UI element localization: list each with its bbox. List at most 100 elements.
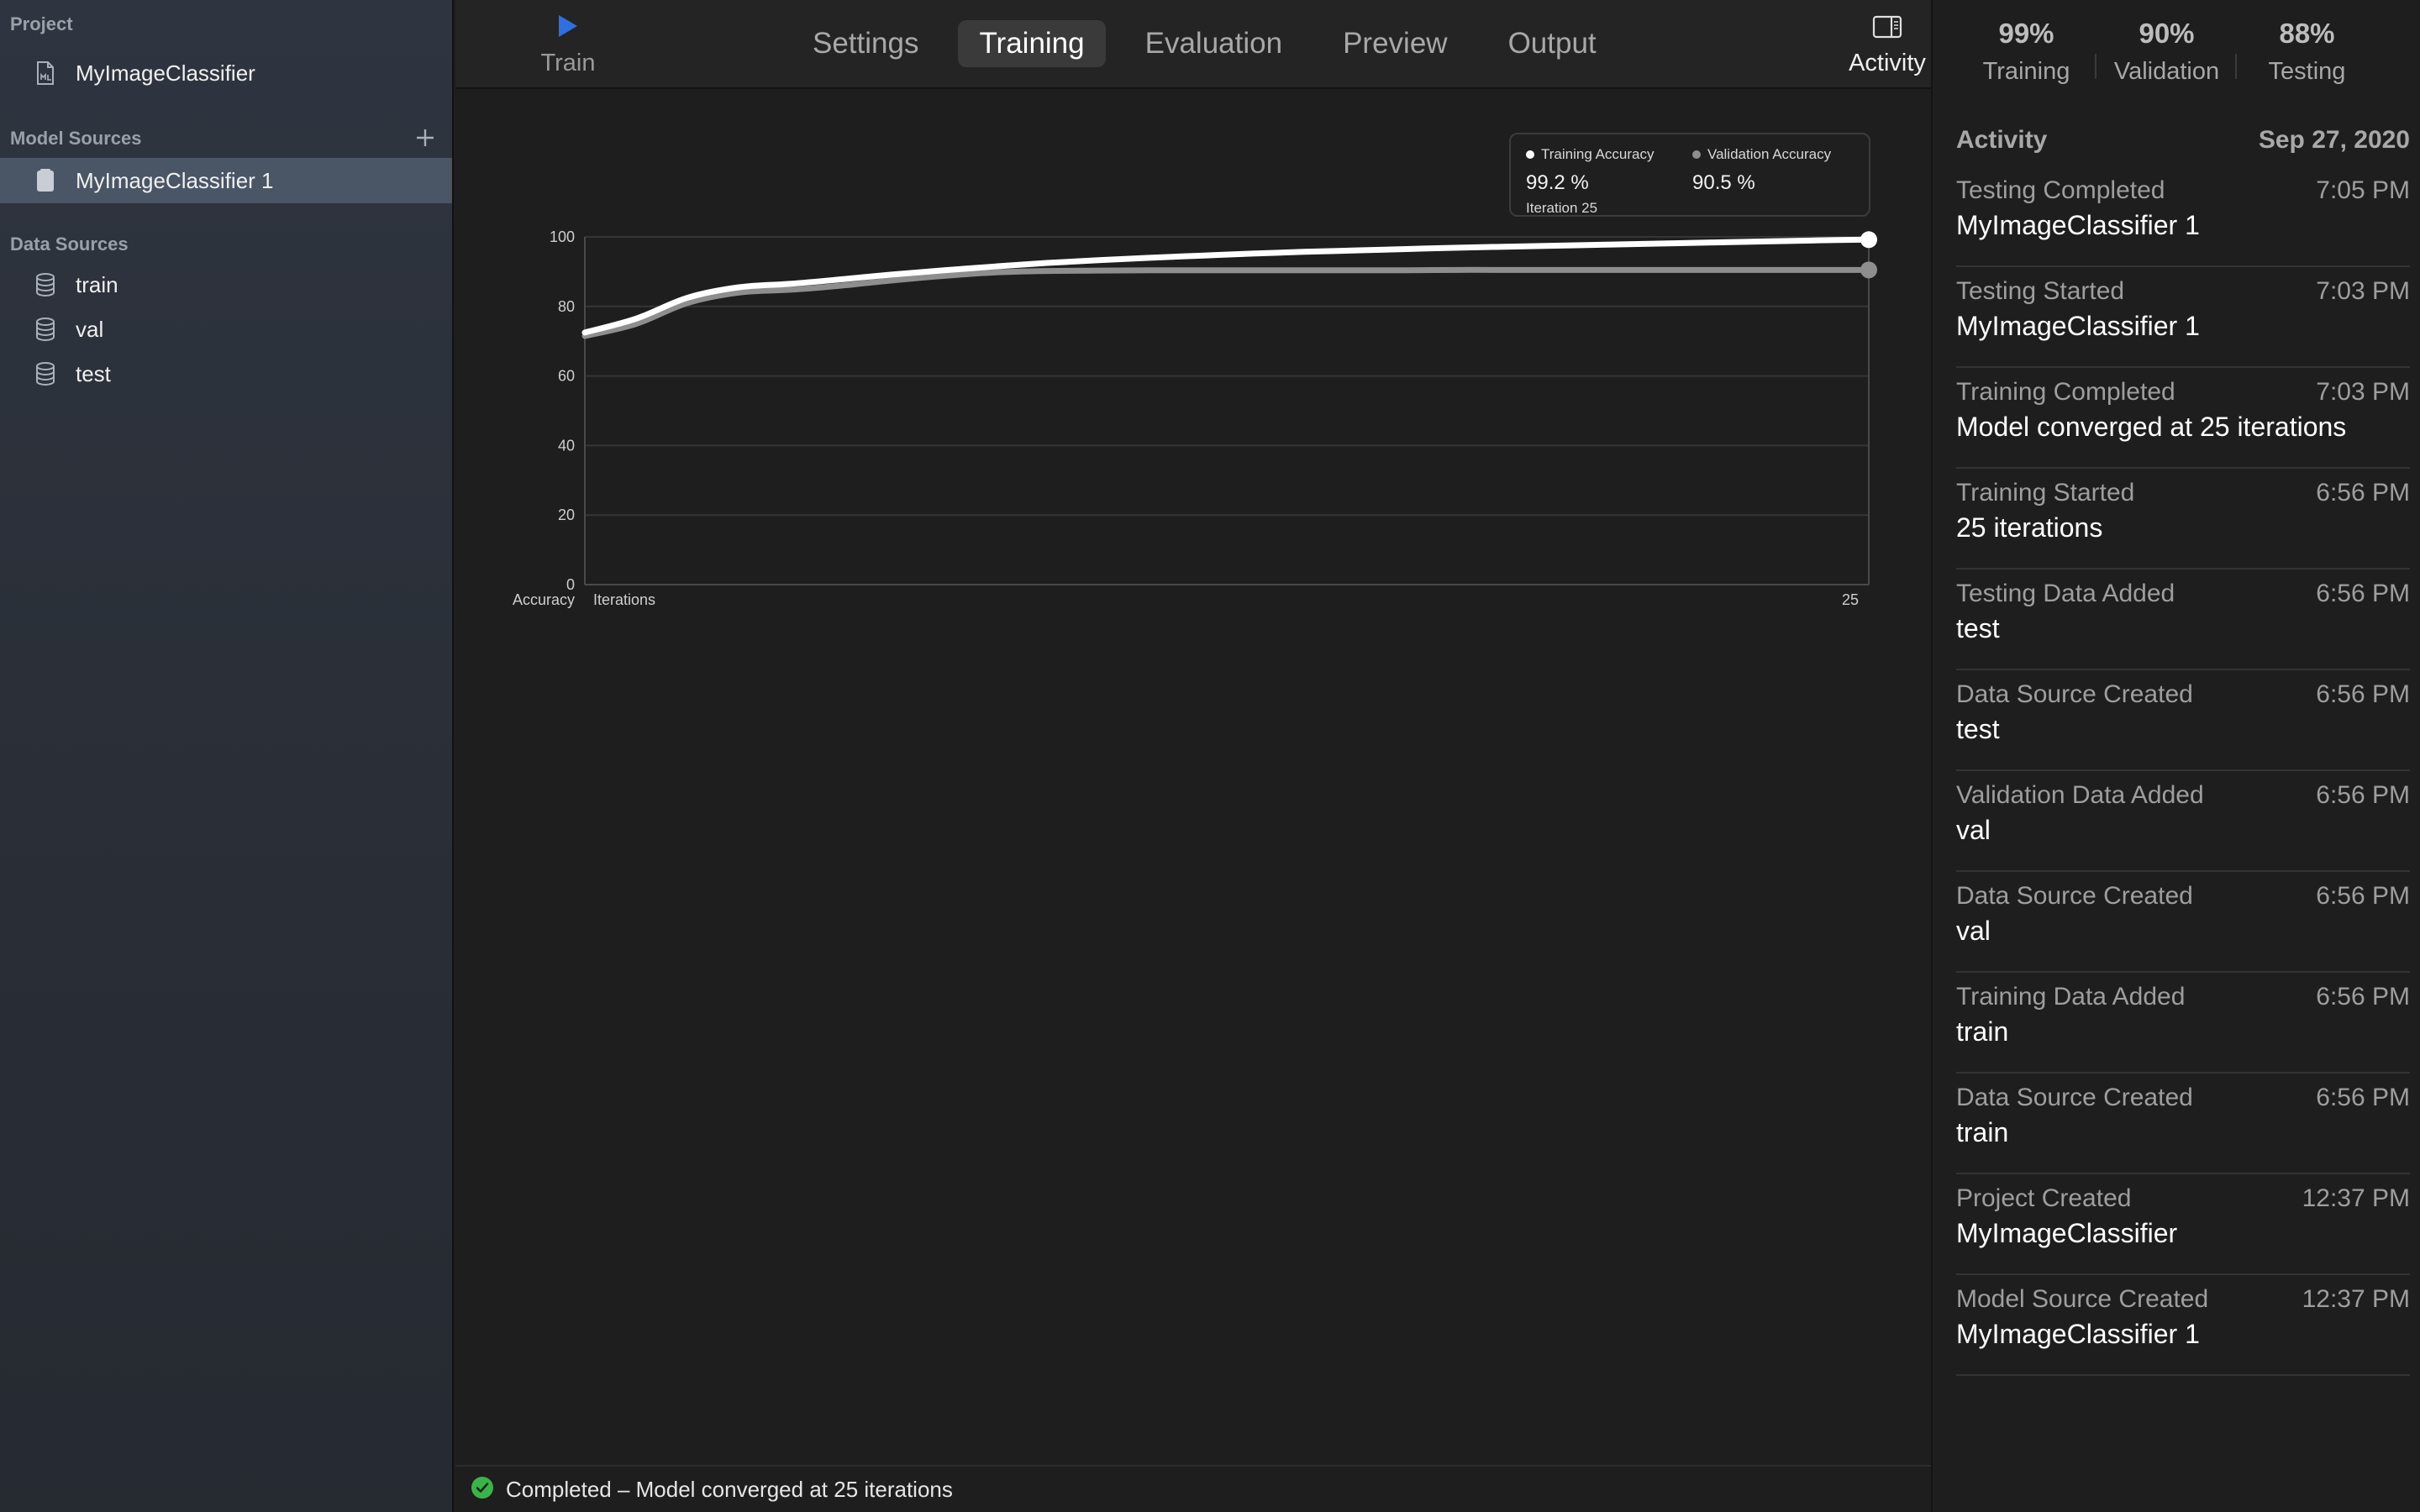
activity-row[interactable]: Model Source Created 12:37 PM MyImageClass…	[1956, 1275, 2410, 1376]
y-tick-label: 20	[558, 507, 575, 523]
activity-row-time: 6:56 PM	[2316, 1084, 2410, 1111]
activity-row-time: 7:05 PM	[2316, 176, 2410, 204]
sidebar-item-data-source[interactable]: train	[0, 262, 452, 307]
activity-row-time: 6:56 PM	[2316, 781, 2410, 809]
training-dot-icon	[1526, 150, 1534, 159]
activity-header: Activity Sep 27, 2020	[1956, 126, 2410, 155]
activity-row[interactable]: Training Data Added 6:56 PM train	[1956, 973, 2410, 1074]
activity-row-subtitle: MyImageClassifier	[1956, 1218, 2178, 1248]
sidebar-item-data-source[interactable]: val	[0, 307, 452, 352]
sidebar: Project MyImageClassifier Model Sources …	[0, 0, 454, 1512]
series-line-validation	[581, 266, 1872, 339]
tab-output[interactable]: Output	[1487, 20, 1618, 67]
tab-preview[interactable]: Preview	[1322, 20, 1468, 67]
metric-label: Testing	[2268, 57, 2346, 85]
x-tick-label: 25	[1842, 591, 1859, 608]
ml-document-icon	[34, 61, 57, 85]
metric-training: 99% Training	[1956, 0, 2096, 91]
sidebar-toggle-icon	[1872, 15, 1902, 43]
y-tick-label: 80	[558, 298, 575, 315]
activity-row[interactable]: Testing Completed 7:05 PM MyImageClassifie…	[1956, 166, 2410, 267]
activity-row[interactable]: Project Created 12:37 PM MyImageClassifier	[1956, 1174, 2410, 1275]
main-content: 0 20 40 60 80 100 Accuracy Iterations 25 Trainin…	[455, 91, 1931, 1465]
activity-row[interactable]: Testing Started 7:03 PM MyImageClassifier …	[1956, 267, 2410, 368]
project-section-header: Project	[10, 13, 73, 34]
status-text: Completed – Model converged at 25 iterat…	[506, 1476, 953, 1502]
tab-evaluation[interactable]: Evaluation	[1124, 20, 1303, 67]
activity-row-title: Data Source Created	[1956, 882, 2193, 910]
activity-row-title: Data Source Created	[1956, 680, 2193, 708]
tooltip-training-name: Training Accuracy	[1541, 146, 1655, 162]
metric-testing: 88% Testing	[2237, 0, 2377, 91]
y-tick-label: 100	[550, 228, 575, 245]
activity-row[interactable]: Data Source Created 6:56 PM train	[1956, 1074, 2410, 1174]
metric-label: Validation	[2113, 57, 2220, 85]
activity-row-title: Testing Completed	[1956, 176, 2165, 204]
data-sources-section-header: Data Sources	[10, 234, 129, 255]
y-tick-label: 60	[558, 368, 575, 385]
series-endpoint-validation[interactable]	[1860, 261, 1877, 279]
activity-row-title: Testing Started	[1956, 277, 2125, 305]
activity-row-subtitle: val	[1956, 916, 1991, 946]
model-sources-section-header: Model Sources	[10, 128, 142, 149]
metric-value: 88%	[2279, 17, 2335, 49]
sidebar-item-project[interactable]: MyImageClassifier	[0, 50, 452, 96]
sidebar-item-data-source[interactable]: test	[0, 351, 452, 396]
plus-icon[interactable]	[412, 124, 439, 151]
model-source-icon	[34, 169, 57, 192]
tab-bar: Settings Training Evaluation Preview Out…	[792, 20, 1636, 67]
activity-row-title: Training Data Added	[1956, 983, 2186, 1011]
activity-row[interactable]: Testing Data Added 6:56 PM test	[1956, 570, 2410, 670]
tab-training[interactable]: Training	[958, 20, 1106, 67]
chart-tooltip: Training Accuracy 99.2 % Iteration 25 Va…	[1509, 133, 1870, 217]
tooltip-validation-name: Validation Accuracy	[1707, 146, 1832, 162]
database-icon	[34, 273, 57, 297]
activity-row-title: Testing Data Added	[1956, 580, 2175, 607]
activity-row[interactable]: Validation Data Added 6:56 PM val	[1956, 771, 2410, 872]
validation-dot-icon	[1692, 150, 1701, 159]
metric-value: 99%	[1998, 17, 2054, 49]
sidebar-item-model-source[interactable]: MyImageClassifier 1	[0, 158, 452, 203]
sidebar-item-label: val	[76, 316, 104, 342]
tooltip-training: Training Accuracy 99.2 % Iteration 25	[1526, 146, 1654, 217]
sidebar-item-label: MyImageClassifier	[76, 60, 255, 86]
activity-row-title: Training Completed	[1956, 378, 2175, 406]
toolbar: Train Settings Training Evaluation Previ…	[455, 0, 1931, 89]
activity-row-time: 12:37 PM	[2302, 1184, 2410, 1212]
series-line-training	[581, 236, 1872, 336]
activity-row-subtitle: train	[1956, 1117, 2009, 1147]
activity-row-title: Model Source Created	[1956, 1285, 2209, 1313]
tooltip-validation: Validation Accuracy 90.5 %	[1692, 146, 1831, 195]
checkmark-circle-icon	[471, 1476, 494, 1504]
series-endpoint-training[interactable]	[1860, 231, 1877, 249]
activity-row[interactable]: Training Completed 7:03 PM Model converged…	[1956, 368, 2410, 469]
activity-row-subtitle: val	[1956, 815, 1991, 845]
train-button-label: Train	[540, 50, 596, 76]
tooltip-iteration: Iteration 25	[1526, 200, 1598, 216]
activity-row-time: 12:37 PM	[2302, 1285, 2410, 1313]
activity-panel: 99% Training 90% Validation 88% Testing …	[1931, 0, 2420, 1512]
activity-list: Testing Completed 7:05 PM MyImageClassifie…	[1956, 166, 2410, 1376]
activity-row-title: Data Source Created	[1956, 1084, 2193, 1111]
activity-row-subtitle: Model converged at 25 iterations	[1956, 412, 2347, 442]
activity-date: Sep 27, 2020	[2258, 126, 2410, 154]
activity-row[interactable]: Training Started 6:56 PM 25 iterations	[1956, 469, 2410, 570]
status-bar: Completed – Model converged at 25 iterat…	[455, 1465, 1931, 1512]
activity-row-time: 6:56 PM	[2316, 882, 2410, 910]
tooltip-validation-value: 90.5 %	[1692, 171, 1755, 194]
activity-row-title: Training Started	[1956, 479, 2135, 507]
activity-row-subtitle: MyImageClassifier 1	[1956, 1319, 2200, 1349]
activity-row-subtitle: 25 iterations	[1956, 512, 2103, 543]
activity-row-time: 7:03 PM	[2316, 378, 2410, 406]
activity-row-subtitle: MyImageClassifier 1	[1956, 210, 2200, 240]
database-icon	[34, 318, 57, 341]
metric-validation: 90% Validation	[2096, 0, 2237, 91]
activity-row[interactable]: Data Source Created 6:56 PM test	[1956, 670, 2410, 771]
y-axis-label: Accuracy	[513, 591, 575, 608]
activity-row[interactable]: Data Source Created 6:56 PM val	[1956, 872, 2410, 973]
train-button[interactable]: Train	[501, 13, 635, 86]
metric-value: 90%	[2139, 17, 2195, 49]
activity-row-time: 6:56 PM	[2316, 680, 2410, 708]
tab-settings[interactable]: Settings	[792, 20, 939, 67]
sidebar-item-label: MyImageClassifier 1	[76, 167, 274, 193]
